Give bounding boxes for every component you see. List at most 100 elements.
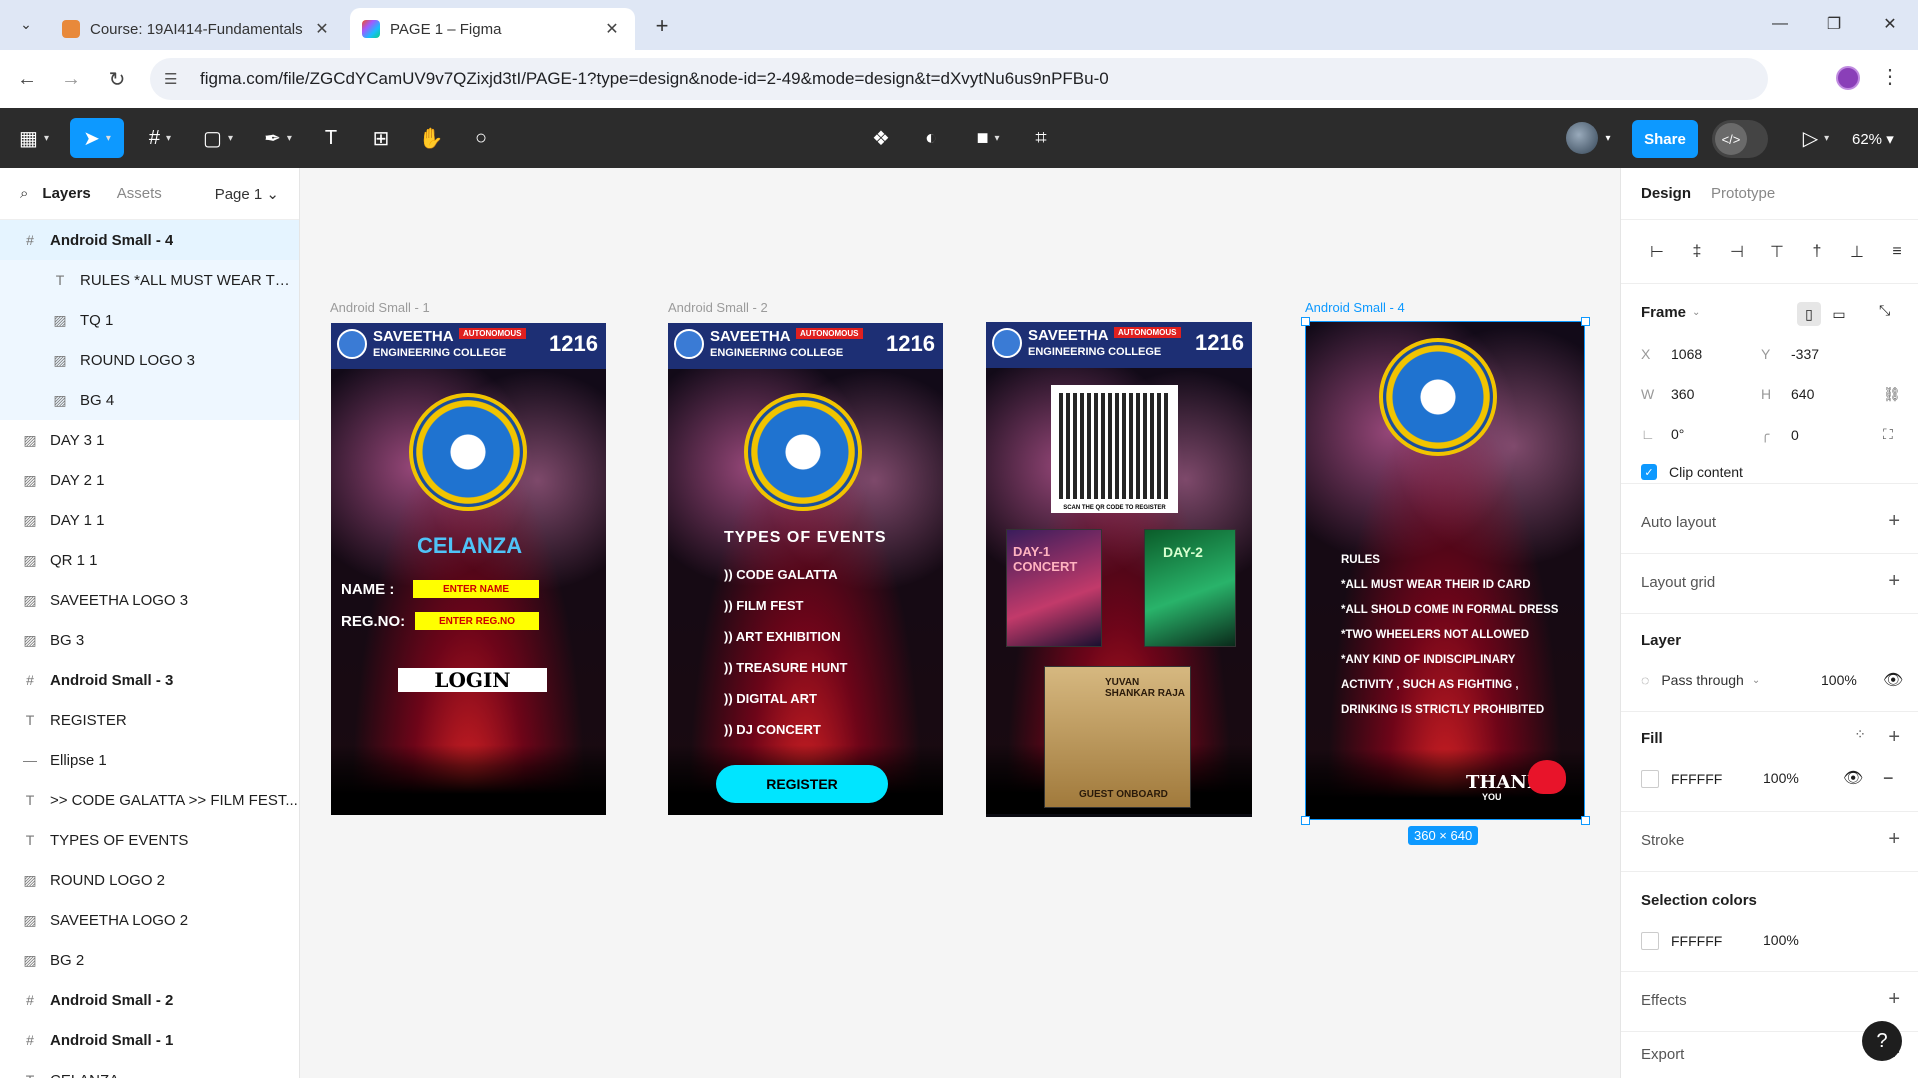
new-tab-button[interactable]: + — [648, 12, 676, 40]
fill-color-row[interactable]: FFFFFF — [1641, 770, 1722, 788]
layer-row[interactable]: — Ellipse 1 — [0, 740, 299, 780]
layer-row[interactable]: ▨ ROUND LOGO 2 — [0, 860, 299, 900]
frame-label-android-1[interactable]: Android Small - 1 — [330, 300, 430, 315]
figma-main-menu-icon[interactable]: ▦ ▾ — [14, 118, 54, 158]
frame-preset-dropdown[interactable]: Frame ⌄ — [1641, 304, 1700, 321]
fill-opacity-field[interactable]: 100% — [1763, 770, 1799, 786]
layer-row[interactable]: # Android Small - 4 — [0, 220, 299, 260]
layer-row[interactable]: T >> CODE GALATTA >> FILM FEST... — [0, 780, 299, 820]
style-grid-icon[interactable]: ⁘ — [1854, 726, 1866, 743]
restore-icon[interactable]: ❐ — [1814, 10, 1854, 38]
tab-assets[interactable]: Assets — [117, 185, 162, 202]
shape-tool-icon[interactable]: ▢ ▾ — [198, 118, 238, 158]
browser-tab-figma[interactable]: PAGE 1 – Figma ✕ — [350, 8, 635, 50]
add-fill-icon[interactable]: + — [1888, 726, 1900, 749]
landscape-icon[interactable]: ▭ — [1827, 302, 1851, 326]
add-auto-layout-icon[interactable]: + — [1888, 510, 1900, 533]
resize-handle-tl[interactable] — [1301, 317, 1310, 326]
layer-row[interactable]: ▨ DAY 3 1 — [0, 420, 299, 460]
layer-row[interactable]: ▨ BG 2 — [0, 940, 299, 980]
site-info-icon[interactable]: ☰ — [164, 70, 186, 88]
width-field[interactable]: W 360 — [1641, 386, 1694, 402]
search-icon[interactable]: ⌕ — [20, 185, 28, 202]
add-stroke-icon[interactable]: + — [1888, 828, 1900, 851]
fill-visibility-icon[interactable]: 👁 — [1843, 768, 1863, 788]
back-icon[interactable]: ← — [12, 64, 42, 94]
resize-handle-br[interactable] — [1581, 816, 1590, 825]
layer-row[interactable]: T TYPES OF EVENTS — [0, 820, 299, 860]
add-effect-icon[interactable]: + — [1888, 988, 1900, 1011]
layer-row[interactable]: # Android Small - 2 — [0, 980, 299, 1020]
text-tool-icon[interactable]: T — [316, 118, 346, 158]
align-top-icon[interactable]: ⊤ — [1757, 242, 1797, 262]
close-window-icon[interactable]: ✕ — [1870, 10, 1910, 38]
layer-row[interactable]: ▨ DAY 2 1 — [0, 460, 299, 500]
layer-row[interactable]: # Android Small - 3 — [0, 660, 299, 700]
selection-swatch[interactable] — [1641, 932, 1659, 950]
layer-row[interactable]: T RULES *ALL MUST WEAR THE... — [0, 260, 299, 300]
height-field[interactable]: H 640 — [1761, 386, 1814, 402]
profile-avatar[interactable] — [1836, 66, 1860, 90]
design-canvas[interactable]: Android Small - 1 Android Small - 2 Andr… — [300, 168, 1620, 1078]
tab-layers[interactable]: Layers — [42, 185, 90, 202]
url-text[interactable]: figma.com/file/ZGCdYCamUV9v7QZixjd3tI/PA… — [200, 69, 1768, 89]
selection-color-row[interactable]: FFFFFF — [1641, 932, 1722, 950]
frame-label-android-4[interactable]: Android Small - 4 — [1305, 300, 1405, 315]
constrain-proportions-icon[interactable]: ⛓ — [1883, 386, 1901, 403]
frame-android-small-3[interactable]: SAVEETHA ENGINEERING COLLEGE AUTONOMOUS 1… — [986, 322, 1252, 817]
align-center-v-icon[interactable]: † — [1797, 243, 1837, 261]
share-button[interactable]: Share — [1632, 120, 1698, 158]
align-left-icon[interactable]: ⊢ — [1637, 242, 1677, 262]
blend-mode-dropdown[interactable]: ◌ Pass through ⌄ — [1641, 672, 1760, 688]
pen-tool-icon[interactable]: ✒ ▾ — [258, 118, 298, 158]
browser-menu-icon[interactable]: ⋮ — [1880, 64, 1900, 89]
frame-android-small-1[interactable]: SAVEETHA ENGINEERING COLLEGE AUTONOMOUS 1… — [331, 323, 606, 815]
resize-handle-bl[interactable] — [1301, 816, 1310, 825]
independent-corners-icon[interactable]: ⛶ — [1883, 426, 1893, 443]
rotation-field[interactable]: ∟ 0° — [1641, 426, 1684, 442]
layer-row[interactable]: T CELANZA — [0, 1060, 299, 1078]
omnibox[interactable]: ☰ figma.com/file/ZGCdYCamUV9v7QZixjd3tI/… — [150, 58, 1768, 100]
user-avatar[interactable] — [1566, 122, 1598, 154]
layer-row[interactable]: # Android Small - 1 — [0, 1020, 299, 1060]
tab-design[interactable]: Design — [1641, 185, 1691, 202]
dev-mode-toggle[interactable]: </> — [1712, 120, 1768, 158]
boolean-icon[interactable]: ■ ▾ — [966, 118, 1010, 158]
comment-tool-icon[interactable]: ○ — [466, 118, 496, 158]
close-tab-icon[interactable]: ✕ — [311, 18, 333, 40]
align-right-icon[interactable]: ⊣ — [1717, 242, 1757, 262]
crop-icon[interactable]: ⌗ — [1026, 118, 1056, 158]
component-icon[interactable]: ❖ — [866, 118, 896, 158]
move-tool-icon[interactable]: ➤ ▾ — [70, 118, 124, 158]
fill-swatch[interactable] — [1641, 770, 1659, 788]
layer-row[interactable]: ▨ QR 1 1 — [0, 540, 299, 580]
remove-fill-icon[interactable]: − — [1883, 768, 1894, 789]
minimize-icon[interactable]: — — [1760, 10, 1800, 38]
contrast-icon[interactable]: ◐ — [916, 118, 946, 158]
layer-row[interactable]: ▨ TQ 1 — [0, 300, 299, 340]
visibility-eye-icon[interactable]: 👁 — [1883, 670, 1903, 690]
resources-icon[interactable]: ⊞ — [366, 118, 396, 158]
browser-tab-course[interactable]: Course: 19AI414-Fundamentals ✕ — [50, 8, 345, 50]
layer-row[interactable]: ▨ ROUND LOGO 3 — [0, 340, 299, 380]
help-button[interactable]: ? — [1862, 1021, 1902, 1061]
present-icon[interactable]: ▷ ▾ — [1796, 118, 1836, 158]
frame-label-android-2[interactable]: Android Small - 2 — [668, 300, 768, 315]
tab-search-icon[interactable]: ⌄ — [12, 10, 40, 38]
x-field[interactable]: X 1068 — [1641, 346, 1702, 362]
layer-row[interactable]: ▨ SAVEETHA LOGO 2 — [0, 900, 299, 940]
tab-prototype[interactable]: Prototype — [1711, 185, 1775, 202]
frame-tool-icon[interactable]: # ▾ — [140, 118, 180, 158]
distribute-icon[interactable]: ≡ — [1877, 243, 1917, 261]
reload-icon[interactable]: ↻ — [102, 64, 132, 94]
clip-content-checkbox[interactable]: ✓ Clip content — [1641, 464, 1743, 480]
layer-row[interactable]: ▨ BG 4 — [0, 380, 299, 420]
layer-row[interactable]: ▨ SAVEETHA LOGO 3 — [0, 580, 299, 620]
layer-row[interactable]: ▨ DAY 1 1 — [0, 500, 299, 540]
align-bottom-icon[interactable]: ⊥ — [1837, 242, 1877, 262]
forward-icon[interactable]: → — [56, 64, 86, 94]
layer-opacity-field[interactable]: 100% — [1821, 672, 1857, 688]
resize-handle-tr[interactable] — [1581, 317, 1590, 326]
resize-to-fit-icon[interactable]: ⤡ — [1879, 302, 1890, 319]
align-center-h-icon[interactable]: ‡ — [1677, 243, 1717, 261]
